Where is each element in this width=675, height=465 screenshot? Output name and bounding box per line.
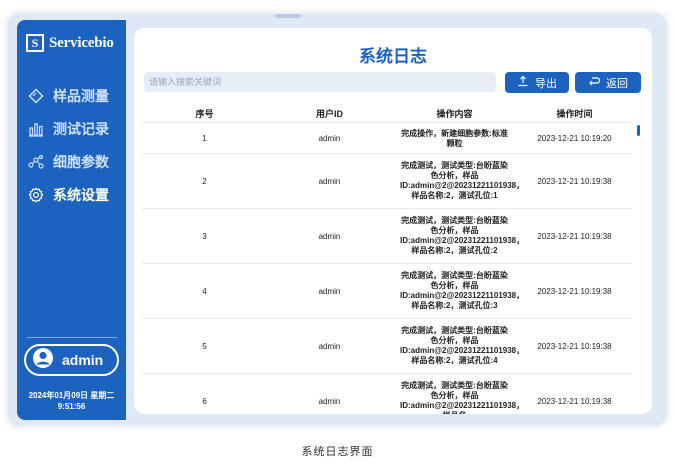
back-label: 返回 xyxy=(606,77,628,90)
column-header: 用户ID xyxy=(315,108,343,119)
sidebar-item-test-records[interactable]: 测试记录 xyxy=(27,118,123,140)
column-header: 序号 xyxy=(195,108,214,119)
sidebar-item-label: 系统设置 xyxy=(53,187,109,203)
datetime: 2024年01月09日 星期二 9:51:56 xyxy=(17,390,126,412)
cell-time: 2023-12-21 10:19:38 xyxy=(537,286,612,296)
sidebar-item-system-settings[interactable]: 系统设置 xyxy=(27,184,123,206)
cell-user: admin xyxy=(318,341,341,351)
cell-content: 完成测试，测试类型:台盼蓝染色分析，样品ID:admin@2@202312211… xyxy=(400,381,525,414)
cell-no: 1 xyxy=(202,134,207,143)
column-header: 操作内容 xyxy=(436,108,473,119)
time-text: 9:51:56 xyxy=(57,402,86,411)
page-title: 系统日志 xyxy=(359,47,427,66)
export-label: 导出 xyxy=(535,77,557,90)
network-nodes-icon xyxy=(27,153,45,171)
cell-time: 2023-12-21 10:19:38 xyxy=(537,176,612,186)
cell-no: 6 xyxy=(202,396,207,406)
figure-caption: 系统日志界面 xyxy=(301,446,374,458)
cell-user: admin xyxy=(318,286,341,296)
sidebar-item-cell-params[interactable]: 细胞参数 xyxy=(27,151,123,173)
search-input[interactable] xyxy=(144,72,496,92)
sidebar-item-label: 测试记录 xyxy=(53,121,109,137)
column-header: 操作时间 xyxy=(556,108,593,119)
sidebar-item-label: 样品测量 xyxy=(53,88,109,104)
cell-content: 完成操作，新建细胞参数:标准颗粒 xyxy=(401,128,508,148)
sidebar-item-label: 细胞参数 xyxy=(53,154,109,170)
gear-icon xyxy=(27,186,45,204)
cell-user: admin xyxy=(318,134,341,143)
sidebar-divider xyxy=(27,337,117,338)
cell-user: admin xyxy=(318,176,341,186)
logo-mark: S xyxy=(26,34,44,52)
table-body[interactable]: 1 admin 完成操作，新建细胞参数:标准颗粒 2023-12-21 10:1… xyxy=(142,124,632,414)
cell-time: 2023-12-21 10:19:20 xyxy=(537,134,612,143)
cell-no: 3 xyxy=(202,231,207,241)
scrollbar-thumb[interactable] xyxy=(637,125,640,136)
cell-no: 2 xyxy=(202,176,207,186)
bar-chart-icon xyxy=(27,120,45,138)
table-row[interactable]: 5 admin 完成测试，测试类型:台盼蓝染色分析，样品ID:admin@2@2… xyxy=(142,319,632,374)
logo-text: Servicebio xyxy=(49,34,114,51)
date-text: 2024年01月09日 星期二 xyxy=(28,391,115,400)
export-button[interactable]: 导出 xyxy=(505,72,569,93)
cell-time: 2023-12-21 10:19:38 xyxy=(537,341,612,351)
back-icon xyxy=(588,75,601,90)
table-row[interactable]: 3 admin 完成测试，测试类型:台盼蓝染色分析，样品ID:admin@2@2… xyxy=(142,209,632,264)
table-header: 序号 用户ID 操作内容 操作时间 xyxy=(142,104,632,123)
table-row[interactable]: 6 admin 完成测试，测试类型:台盼蓝染色分析，样品ID:admin@2@2… xyxy=(142,374,632,414)
cell-user: admin xyxy=(318,231,341,241)
cell-no: 4 xyxy=(202,286,207,296)
cell-content: 完成测试，测试类型:台盼蓝染色分析，样品ID:admin@2@202312211… xyxy=(400,216,525,255)
user-circle-icon xyxy=(32,347,54,374)
main-panel: 系统日志 导出 返回 序号 用户ID 操作内容 操作时间 1 admin 完成操… xyxy=(134,28,652,414)
cell-time: 2023-12-21 10:19:38 xyxy=(537,231,612,241)
user-button[interactable]: admin xyxy=(24,344,119,376)
table-row[interactable]: 1 admin 完成操作，新建细胞参数:标准颗粒 2023-12-21 10:1… xyxy=(142,124,632,154)
export-icon xyxy=(517,75,529,90)
table-row[interactable]: 2 admin 完成测试，测试类型:台盼蓝染色分析，样品ID:admin@2@2… xyxy=(142,154,632,209)
cell-time: 2023-12-21 10:19:38 xyxy=(537,396,612,406)
sidebar-item-sample-measure[interactable]: 样品测量 xyxy=(27,85,123,107)
table-row[interactable]: 4 admin 完成测试，测试类型:台盼蓝染色分析，样品ID:admin@2@2… xyxy=(142,264,632,319)
cell-content: 完成测试，测试类型:台盼蓝染色分析，样品ID:admin@2@202312211… xyxy=(400,271,525,310)
cell-content: 完成测试，测试类型:台盼蓝染色分析，样品ID:admin@2@202312211… xyxy=(400,161,525,200)
diamond-tag-icon xyxy=(27,87,45,105)
logo: S Servicebio xyxy=(26,33,114,53)
cell-user: admin xyxy=(318,396,341,406)
sidebar: S Servicebio 样品测量 测试记录 细胞参数 系统设置 admin 2… xyxy=(17,20,126,420)
cell-no: 5 xyxy=(202,341,207,351)
user-name: admin xyxy=(62,352,104,368)
window-notch xyxy=(275,14,301,18)
back-button[interactable]: 返回 xyxy=(575,72,641,93)
cell-content: 完成测试，测试类型:台盼蓝染色分析，样品ID:admin@2@202312211… xyxy=(400,326,525,365)
